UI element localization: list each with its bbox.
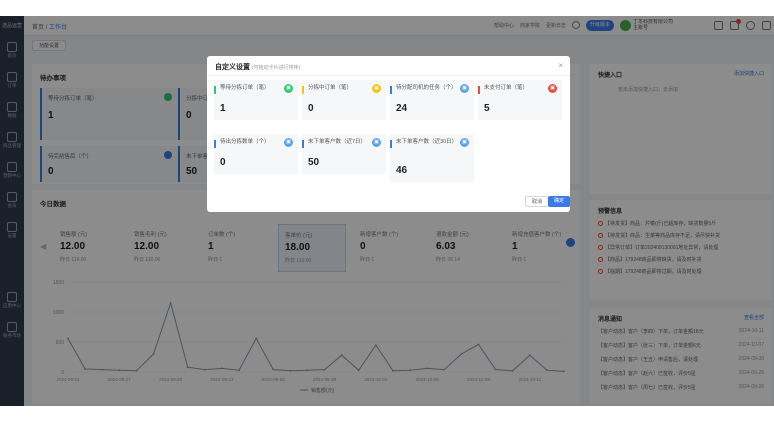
driver-icon: ▣ xyxy=(460,84,469,93)
modal-hint: (可拖动卡片进行排序) xyxy=(252,65,301,71)
app-screen: 选品运营 首页 订单 数据 商品管理 营销中心 会员 设置 应用中心 服务市场 … xyxy=(0,16,774,406)
modal-card[interactable]: 等待分拣订单（笔） 1 ▣ xyxy=(214,80,298,120)
modal-card[interactable]: 未支付订单（笔） 5 ▣ xyxy=(478,80,562,120)
modal-card[interactable]: 分拣中订单（笔） 0 ▣ xyxy=(302,80,386,120)
modal-card[interactable]: 待分配司机的任务（个） 24 ▣ xyxy=(390,80,474,120)
modal-divider xyxy=(207,75,570,76)
modal-card[interactable]: 未下单客户数（近30日） 46 ▣ xyxy=(390,134,474,182)
sort-icon: ▣ xyxy=(284,84,293,93)
customer30-icon: ▣ xyxy=(460,138,469,147)
close-icon[interactable]: × xyxy=(558,61,563,70)
unpaid-icon: ▣ xyxy=(548,84,557,93)
sorting-icon: ▣ xyxy=(372,84,381,93)
list-icon: ▣ xyxy=(284,138,293,147)
confirm-button[interactable]: 确定 xyxy=(548,196,570,207)
customer-icon: ▣ xyxy=(372,138,381,147)
custom-settings-modal: 自定义设置 (可拖动卡片进行排序) × 等待分拣订单（笔） 1 ▣ 分拣中订单（笔… xyxy=(207,56,570,212)
modal-card[interactable]: 未下单客户数（近7日） 50 ▣ xyxy=(302,134,386,174)
modal-card[interactable]: 待出分拣数单（个） 0 ▣ xyxy=(214,134,298,174)
cancel-button[interactable]: 取消 xyxy=(525,196,550,207)
modal-title: 自定义设置 (可拖动卡片进行排序) xyxy=(215,64,301,71)
